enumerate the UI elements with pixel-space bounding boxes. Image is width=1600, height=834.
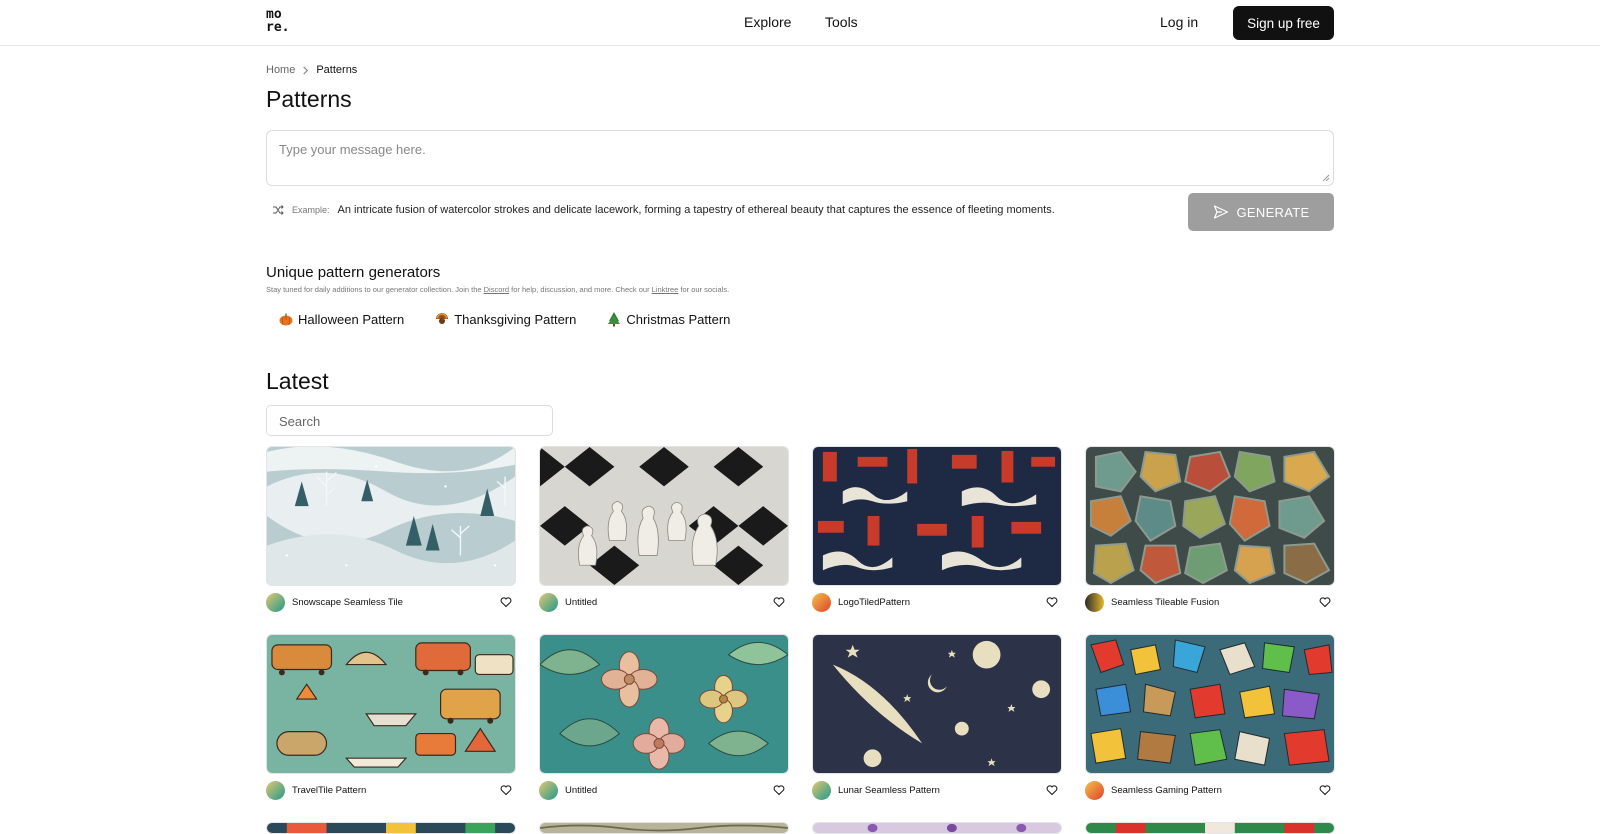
nav-tools-link[interactable]: Tools bbox=[825, 14, 858, 30]
subtitle-text-2: for help, discussion, and more. Check ou… bbox=[509, 285, 652, 294]
card-meta: Seamless Tileable Fusion bbox=[1085, 592, 1335, 612]
pumpkin-icon bbox=[279, 313, 293, 326]
pattern-thumbnail[interactable] bbox=[539, 634, 789, 774]
card-meta: Seamless Gaming Pattern bbox=[1085, 780, 1335, 800]
pattern-name[interactable]: TravelTile Pattern bbox=[292, 785, 500, 796]
generator-halloween-label: Halloween Pattern bbox=[298, 311, 405, 327]
avatar[interactable] bbox=[539, 592, 558, 612]
pattern-thumbnail[interactable] bbox=[812, 446, 1062, 586]
generator-thanksgiving-label: Thanksgiving Pattern bbox=[454, 311, 577, 327]
prompt-textarea[interactable]: Type your message here. bbox=[266, 130, 1334, 186]
pattern-thumbnail[interactable] bbox=[266, 446, 516, 586]
avatar[interactable] bbox=[1085, 780, 1104, 800]
pattern-name[interactable]: Seamless Tileable Fusion bbox=[1111, 597, 1319, 608]
pattern-name[interactable]: Seamless Gaming Pattern bbox=[1111, 785, 1319, 796]
logo-line-2: re. bbox=[266, 20, 290, 35]
generator-halloween[interactable]: Halloween Pattern bbox=[278, 311, 404, 327]
pattern-name[interactable]: Lunar Seamless Pattern bbox=[838, 785, 1046, 796]
heart-icon[interactable] bbox=[1319, 784, 1331, 796]
pattern-thumbnail[interactable] bbox=[1085, 822, 1335, 834]
pattern-thumbnail[interactable] bbox=[539, 446, 789, 586]
search-placeholder: Search bbox=[279, 414, 321, 429]
pattern-thumbnail[interactable] bbox=[812, 822, 1062, 834]
card-meta: LogoTiledPattern bbox=[812, 592, 1062, 612]
heart-icon[interactable] bbox=[773, 784, 785, 796]
generators-subtitle: Stay tuned for daily additions to our ge… bbox=[266, 285, 729, 294]
heart-icon[interactable] bbox=[500, 784, 512, 796]
pattern-name[interactable]: Snowscape Seamless Tile bbox=[292, 597, 500, 608]
breadcrumb: Home Patterns bbox=[266, 64, 357, 76]
logo[interactable]: mo re. bbox=[266, 8, 296, 38]
page-title: Patterns bbox=[266, 86, 352, 112]
breadcrumb-current: Patterns bbox=[316, 64, 358, 76]
generators-title: Unique pattern generators bbox=[266, 264, 441, 281]
example-label: Example: bbox=[292, 205, 330, 215]
pattern-thumbnail[interactable] bbox=[812, 634, 1062, 774]
prompt-placeholder: Type your message here. bbox=[279, 142, 426, 157]
chevron-right-icon bbox=[303, 65, 309, 75]
card-meta: Untitled bbox=[539, 592, 789, 612]
heart-icon[interactable] bbox=[1046, 784, 1058, 796]
send-icon bbox=[1213, 205, 1228, 219]
generator-links: Halloween Pattern Thanksgiving Pattern C… bbox=[278, 311, 730, 327]
pattern-name[interactable]: LogoTiledPattern bbox=[838, 597, 1046, 608]
subtitle-text-1: Stay tuned for daily additions to our ge… bbox=[266, 285, 484, 294]
card-meta: Snowscape Seamless Tile bbox=[266, 592, 516, 612]
generator-christmas-label: Christmas Pattern bbox=[626, 311, 731, 327]
signup-button[interactable]: Sign up free bbox=[1233, 6, 1334, 40]
example-text[interactable]: An intricate fusion of watercolor stroke… bbox=[338, 204, 1055, 216]
generator-christmas[interactable]: Christmas Pattern bbox=[606, 311, 730, 327]
generate-button[interactable]: GENERATE bbox=[1188, 193, 1334, 231]
avatar[interactable] bbox=[812, 592, 831, 612]
breadcrumb-home-link[interactable]: Home bbox=[266, 64, 295, 76]
avatar[interactable] bbox=[539, 780, 558, 800]
generator-thanksgiving[interactable]: Thanksgiving Pattern bbox=[434, 311, 576, 327]
card-meta: Lunar Seamless Pattern bbox=[812, 780, 1062, 800]
heart-icon[interactable] bbox=[1046, 596, 1058, 608]
top-navigation-bar: mo re. Explore Tools Log in Sign up free bbox=[0, 0, 1600, 46]
heart-icon[interactable] bbox=[1319, 596, 1331, 608]
card-meta: Untitled bbox=[539, 780, 789, 800]
pattern-name[interactable]: Untitled bbox=[565, 597, 773, 608]
heart-icon[interactable] bbox=[773, 596, 785, 608]
avatar[interactable] bbox=[1085, 592, 1104, 612]
generate-label: GENERATE bbox=[1236, 204, 1310, 220]
example-row: Example: An intricate fusion of watercol… bbox=[272, 204, 1055, 216]
avatar[interactable] bbox=[266, 780, 285, 800]
resize-handle-icon[interactable] bbox=[1322, 174, 1330, 182]
pattern-thumbnail[interactable] bbox=[266, 634, 516, 774]
shuffle-icon[interactable] bbox=[272, 204, 284, 216]
discord-link[interactable]: Discord bbox=[484, 285, 509, 294]
pattern-thumbnail[interactable] bbox=[1085, 634, 1335, 774]
pattern-thumbnail[interactable] bbox=[1085, 446, 1335, 586]
pattern-thumbnail[interactable] bbox=[539, 822, 789, 834]
christmas-tree-icon bbox=[608, 312, 621, 327]
heart-icon[interactable] bbox=[500, 596, 512, 608]
pattern-thumbnail[interactable] bbox=[266, 822, 516, 834]
search-input[interactable]: Search bbox=[266, 405, 553, 436]
avatar[interactable] bbox=[812, 780, 831, 800]
pattern-name[interactable]: Untitled bbox=[565, 785, 773, 796]
nav-explore-link[interactable]: Explore bbox=[744, 14, 791, 30]
linktree-link[interactable]: Linktree bbox=[652, 285, 679, 294]
avatar[interactable] bbox=[266, 592, 285, 612]
latest-title: Latest bbox=[266, 368, 329, 394]
turkey-icon bbox=[436, 313, 449, 324]
subtitle-text-3: for our socials. bbox=[678, 285, 730, 294]
login-button[interactable]: Log in bbox=[1160, 14, 1198, 30]
card-meta: TravelTile Pattern bbox=[266, 780, 516, 800]
